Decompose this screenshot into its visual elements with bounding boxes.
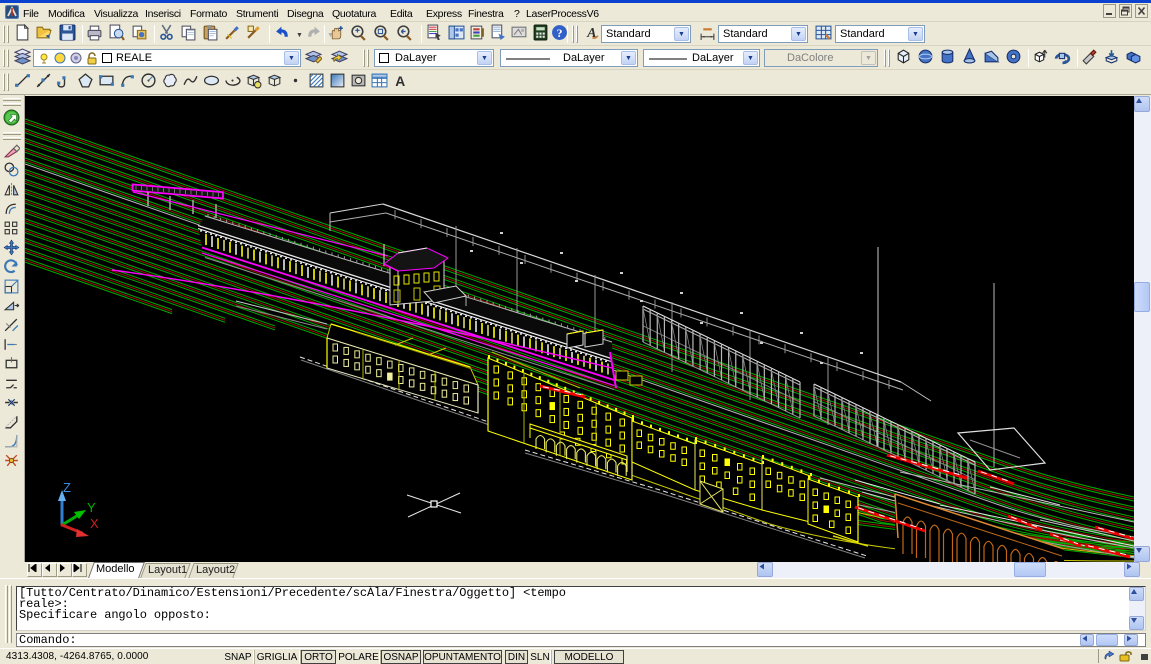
svg-text:Z: Z xyxy=(63,480,71,495)
svg-text:Y: Y xyxy=(87,500,96,515)
svg-text:X: X xyxy=(90,516,99,531)
svg-text:A: A xyxy=(395,73,405,89)
svg-text:?: ? xyxy=(557,27,563,40)
